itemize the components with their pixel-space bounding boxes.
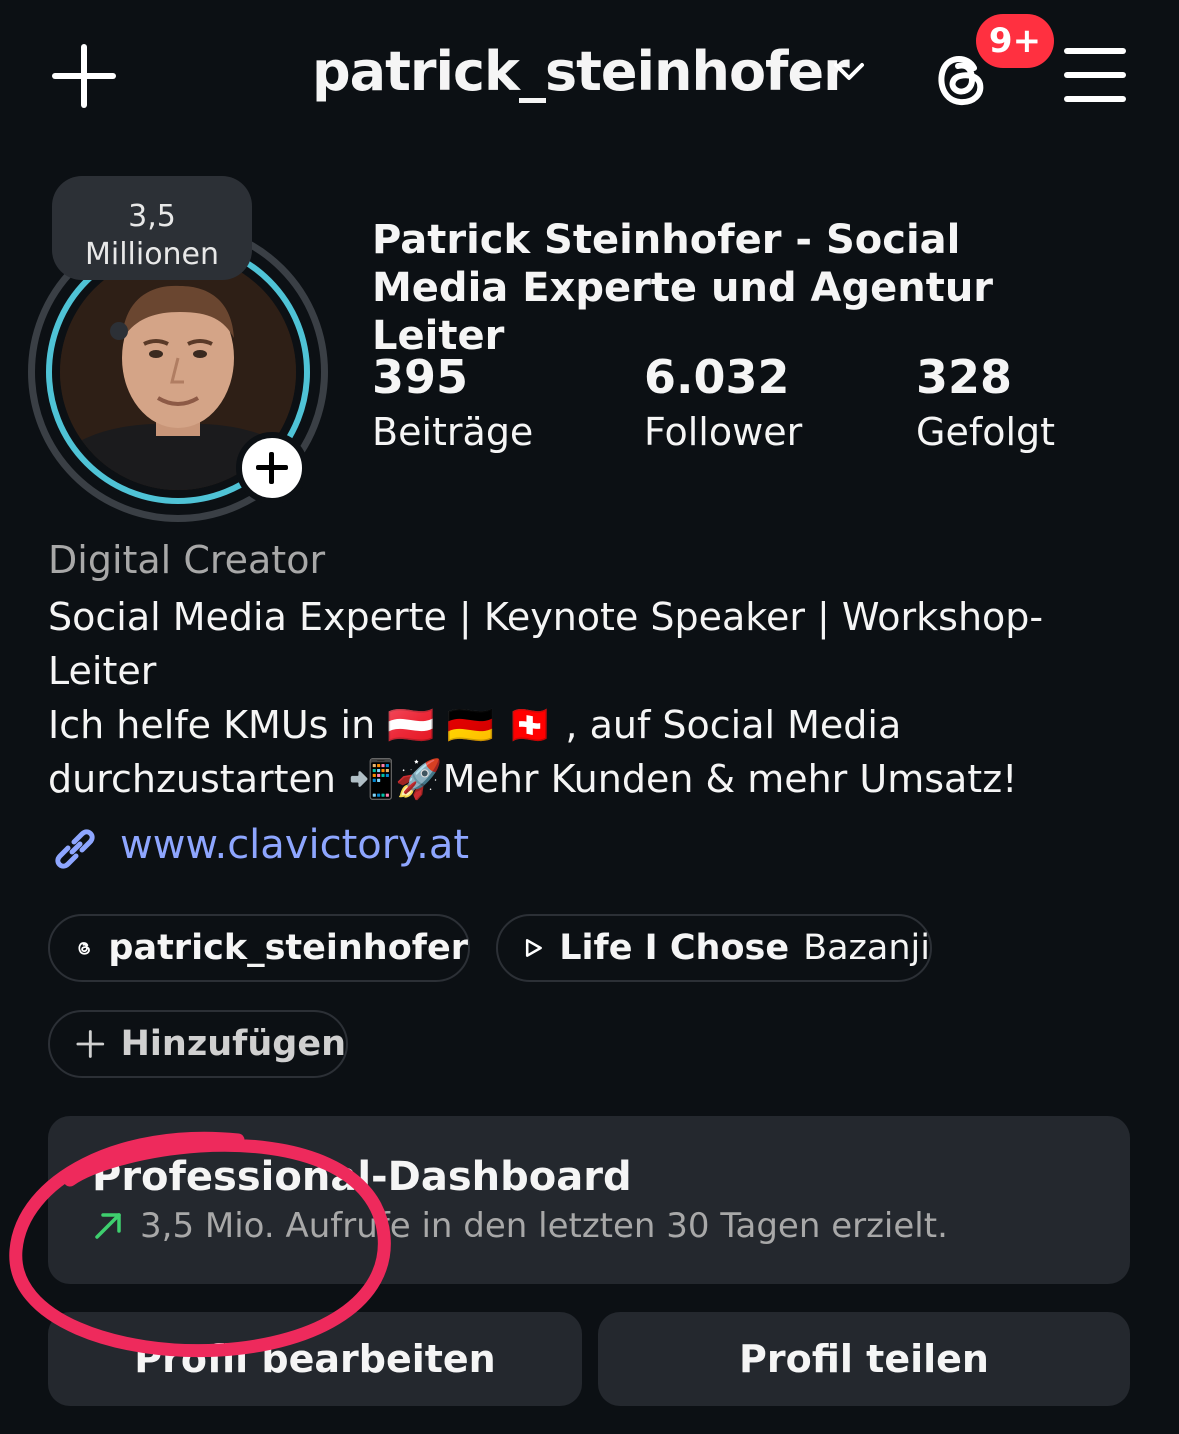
posts-label[interactable]: Beiträge: [372, 410, 533, 454]
notification-badge: 9+: [976, 14, 1054, 68]
share-profile-button[interactable]: Profil teilen: [598, 1312, 1130, 1406]
dashboard-title: Professional-Dashboard: [92, 1154, 632, 1200]
menu-icon[interactable]: [1064, 48, 1126, 102]
music-title: Life I Chose: [559, 928, 790, 968]
music-artist: Bazanji: [803, 928, 930, 968]
professional-dashboard-card[interactable]: [48, 1116, 1130, 1284]
profile-full-name: Patrick Steinhofer - Social Media Expert…: [372, 217, 994, 359]
trend-up-icon: [95, 1213, 121, 1239]
posts-count[interactable]: 395: [372, 350, 468, 404]
add-label: Hinzufügen: [120, 1024, 346, 1064]
profile-category: Digital Creator: [48, 538, 326, 582]
create-button[interactable]: [52, 44, 116, 108]
profile-bio: Social Media Experte | Keynote Speaker |…: [48, 595, 1044, 801]
chevron-down-icon[interactable]: [832, 60, 866, 84]
edit-profile-button[interactable]: Profil bearbeiten: [48, 1312, 582, 1406]
play-icon: [525, 939, 542, 957]
profile-note[interactable]: 3,5 Millionen: [52, 176, 252, 280]
account-switcher-username[interactable]: patrick_steinhofer: [312, 40, 850, 103]
note-text: 3,5 Millionen: [84, 199, 220, 272]
note-bubble-tail: [110, 322, 128, 340]
dashboard-subtitle: 3,5 Mio. Aufrufe in den letzten 30 Tagen…: [140, 1206, 948, 1246]
threads-profile-pill[interactable]: patrick_steinhofer: [48, 914, 470, 982]
following-count[interactable]: 328: [916, 350, 1012, 404]
profile-music-pill[interactable]: Life I Chose Bazanji: [496, 914, 932, 982]
followers-count[interactable]: 6.032: [644, 350, 790, 404]
plus-icon: [76, 1030, 105, 1058]
add-link-pill[interactable]: Hinzufügen: [48, 1010, 348, 1078]
threads-icon: [78, 942, 90, 955]
link-icon: [55, 829, 95, 869]
threads-username: patrick_steinhofer: [108, 928, 468, 968]
following-label[interactable]: Gefolgt: [916, 410, 1055, 454]
add-story-button[interactable]: [236, 432, 308, 504]
website-link[interactable]: www.clavictory.at: [120, 822, 469, 868]
followers-label[interactable]: Follower: [644, 410, 802, 454]
